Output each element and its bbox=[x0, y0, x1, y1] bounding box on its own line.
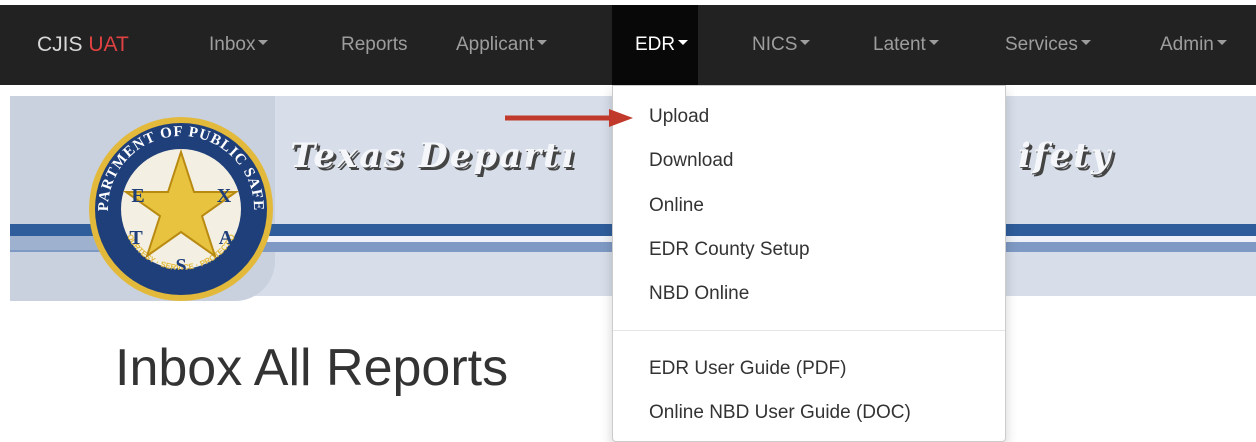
chevron-down-icon bbox=[1080, 40, 1091, 46]
top-navbar: CJIS UAT Inbox Reports Applicant EDR NIC… bbox=[0, 5, 1256, 85]
seal-letter-s: S bbox=[175, 255, 186, 277]
nav-applicant[interactable]: Applicant bbox=[456, 5, 548, 85]
menu-item-download[interactable]: Download bbox=[649, 150, 734, 172]
nav-services[interactable]: Services bbox=[1005, 5, 1091, 85]
nav-latent-label: Latent bbox=[873, 34, 926, 55]
dps-seal-logo: DEPARTMENT OF PUBLIC SAFETY COURTESY · S… bbox=[86, 114, 273, 301]
chevron-down-icon bbox=[800, 40, 811, 46]
nav-edr-label: EDR bbox=[635, 34, 676, 55]
nav-admin-label: Admin bbox=[1160, 34, 1214, 55]
banner-title-right: ifety bbox=[1018, 136, 1113, 176]
chevron-down-icon bbox=[1216, 40, 1227, 46]
nav-inbox[interactable]: Inbox bbox=[209, 5, 269, 85]
nav-nics[interactable]: NICS bbox=[752, 5, 811, 85]
nav-latent[interactable]: Latent bbox=[873, 5, 939, 85]
nav-reports[interactable]: Reports bbox=[341, 5, 408, 85]
annotation-arrow-icon bbox=[505, 109, 633, 127]
nav-services-label: Services bbox=[1005, 34, 1078, 55]
seal-letter-a: A bbox=[219, 227, 234, 249]
menu-item-online[interactable]: Online bbox=[649, 195, 704, 217]
nav-reports-label: Reports bbox=[341, 34, 408, 55]
chevron-down-icon bbox=[678, 40, 689, 46]
brand-main: CJIS bbox=[37, 33, 83, 56]
menu-item-nbd-online[interactable]: NBD Online bbox=[649, 283, 749, 305]
nav-admin[interactable]: Admin bbox=[1160, 5, 1227, 85]
nav-nics-label: NICS bbox=[752, 34, 798, 55]
menu-item-edr-county-setup[interactable]: EDR County Setup bbox=[649, 239, 810, 261]
nav-applicant-label: Applicant bbox=[456, 34, 535, 55]
chevron-down-icon bbox=[537, 40, 548, 46]
chevron-down-icon bbox=[258, 40, 269, 46]
banner-title-left: Texas Departı bbox=[290, 136, 576, 176]
menu-item-online-nbd-user-guide[interactable]: Online NBD User Guide (DOC) bbox=[649, 402, 911, 424]
seal-letter-e: E bbox=[131, 185, 144, 207]
seal-letter-t: T bbox=[129, 227, 143, 249]
nav-edr[interactable]: EDR bbox=[612, 5, 698, 85]
menu-item-edr-user-guide[interactable]: EDR User Guide (PDF) bbox=[649, 358, 846, 380]
edr-dropdown-menu: Upload Download Online EDR County Setup … bbox=[612, 85, 1006, 442]
brand-link[interactable]: CJIS UAT bbox=[37, 5, 129, 85]
menu-divider bbox=[613, 330, 1005, 331]
brand-env: UAT bbox=[88, 33, 129, 56]
chevron-down-icon bbox=[928, 40, 939, 46]
seal-letter-x: X bbox=[217, 185, 232, 207]
menu-item-upload[interactable]: Upload bbox=[649, 106, 709, 128]
nav-inbox-label: Inbox bbox=[209, 34, 256, 55]
page-title: Inbox All Reports bbox=[115, 339, 509, 397]
